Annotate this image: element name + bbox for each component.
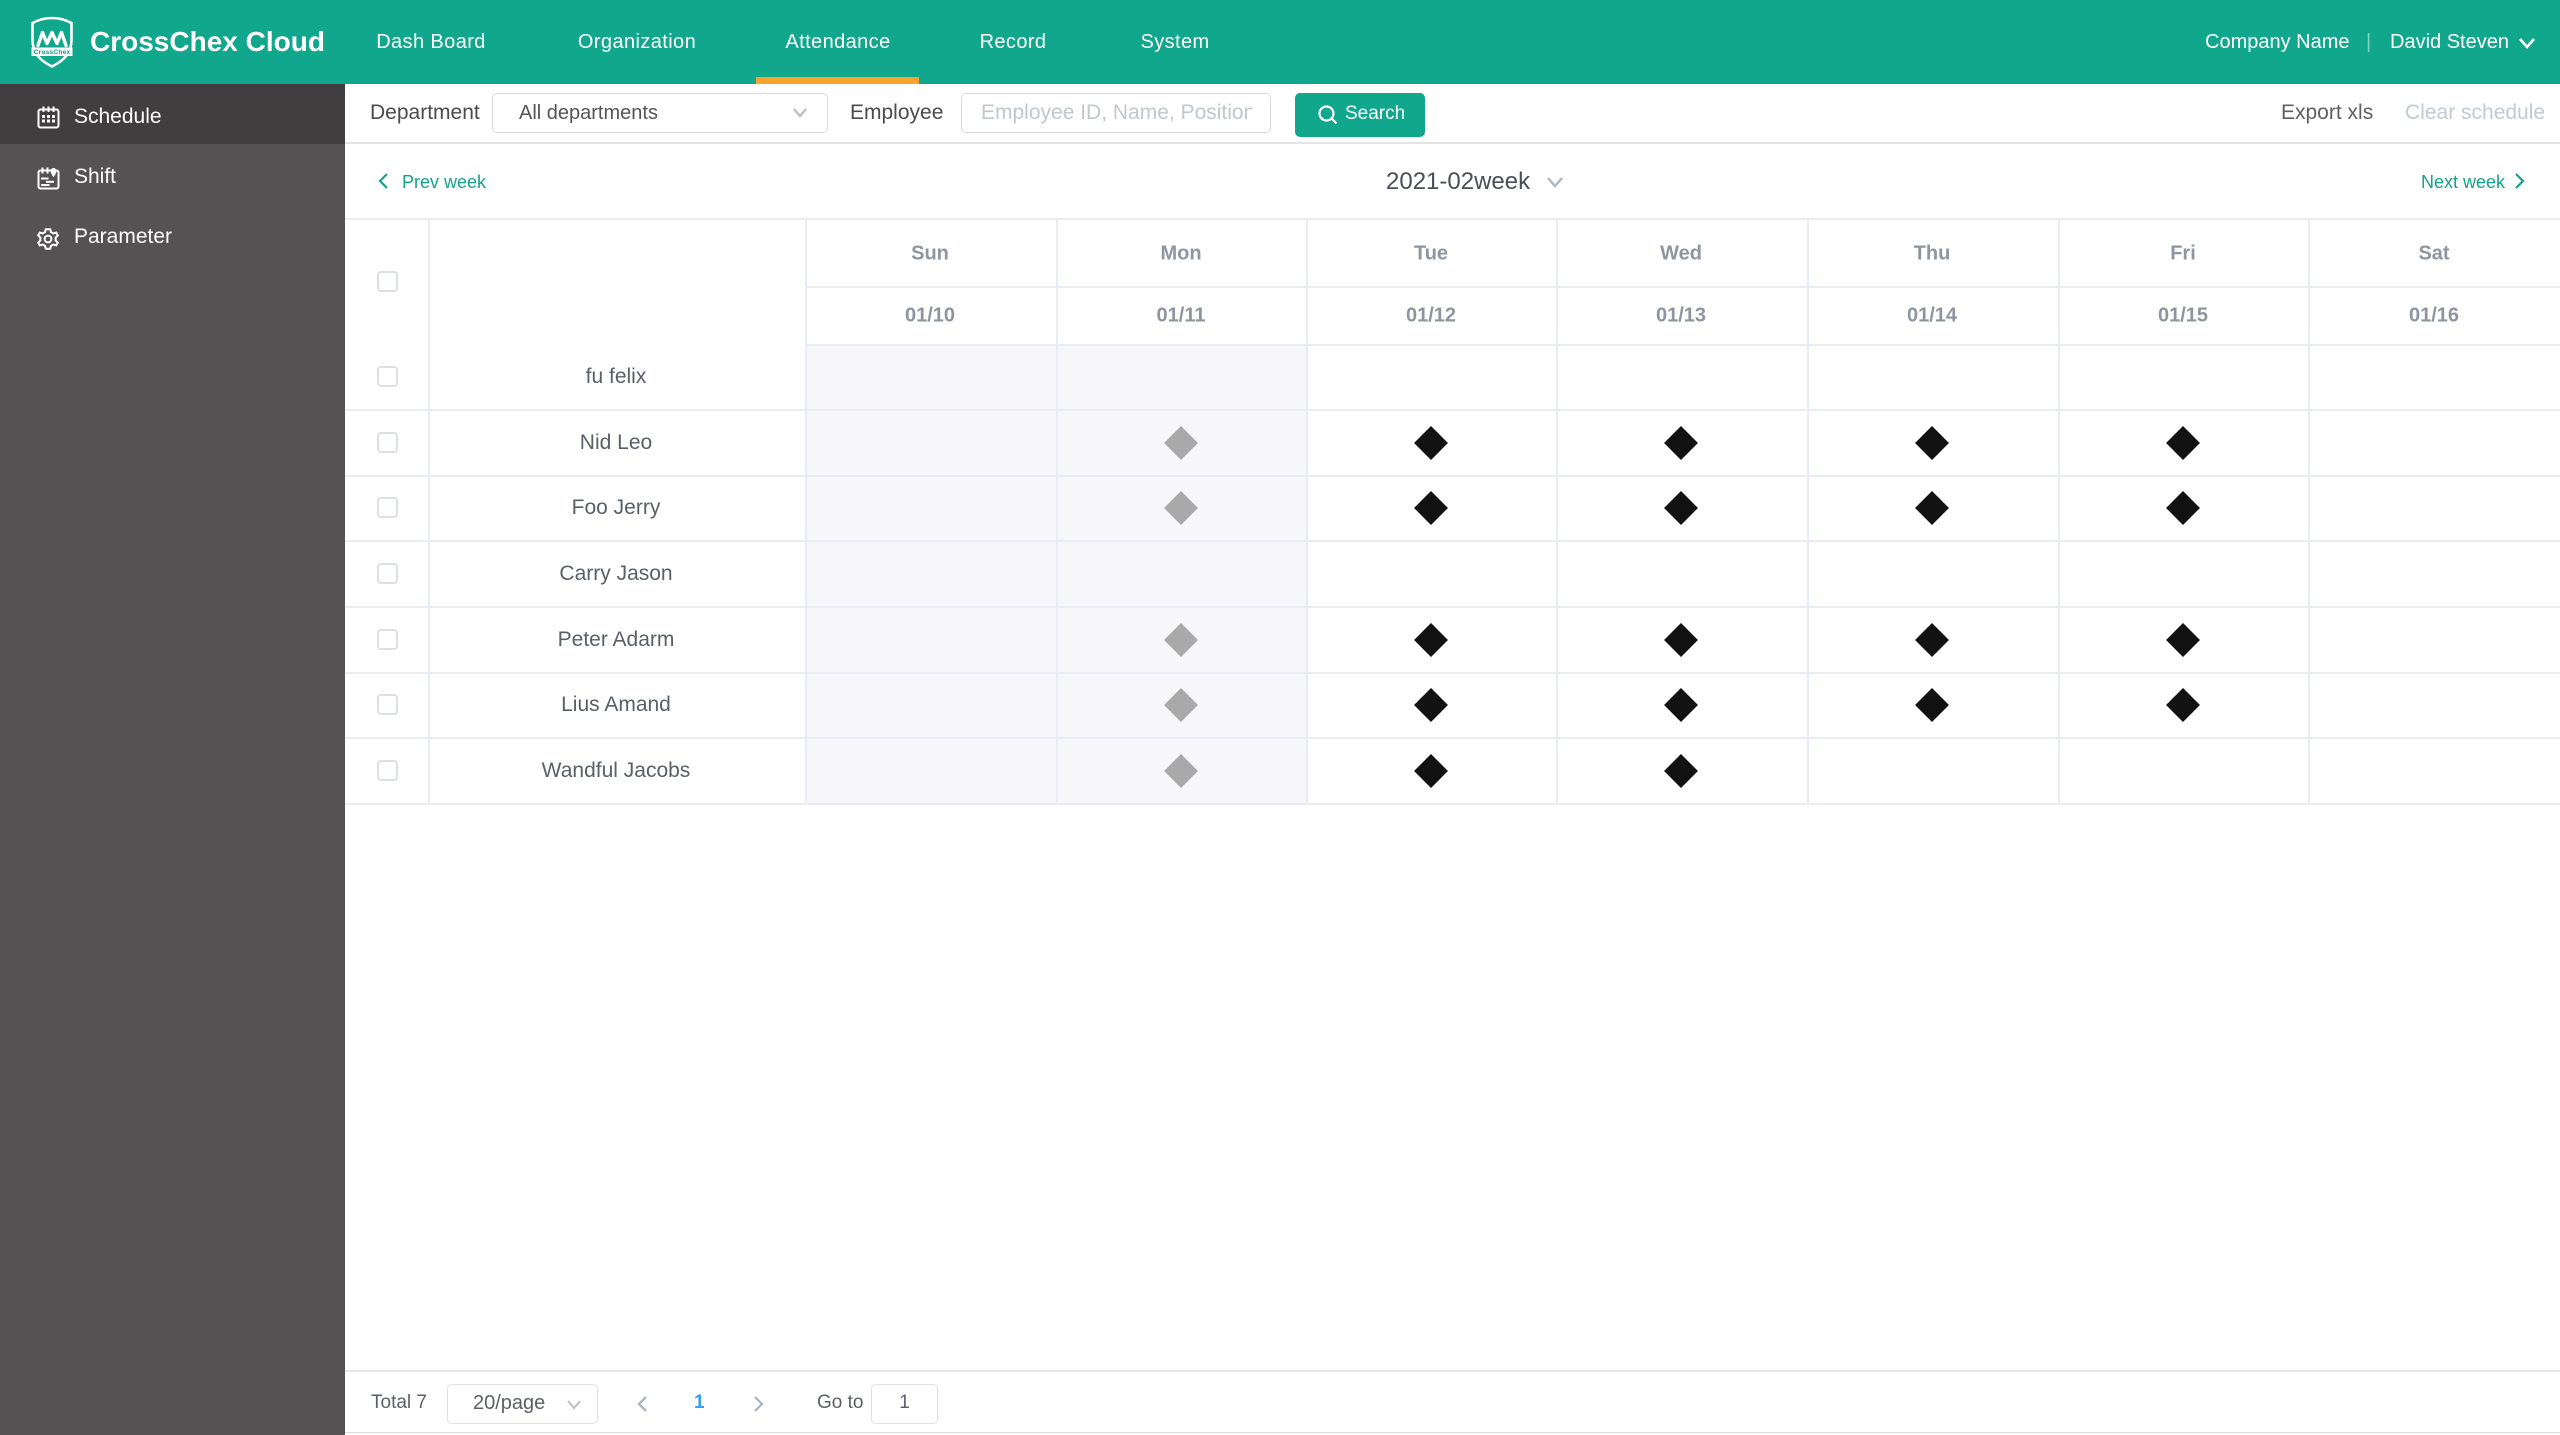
svg-text:CrossChex: CrossChex (34, 49, 71, 56)
